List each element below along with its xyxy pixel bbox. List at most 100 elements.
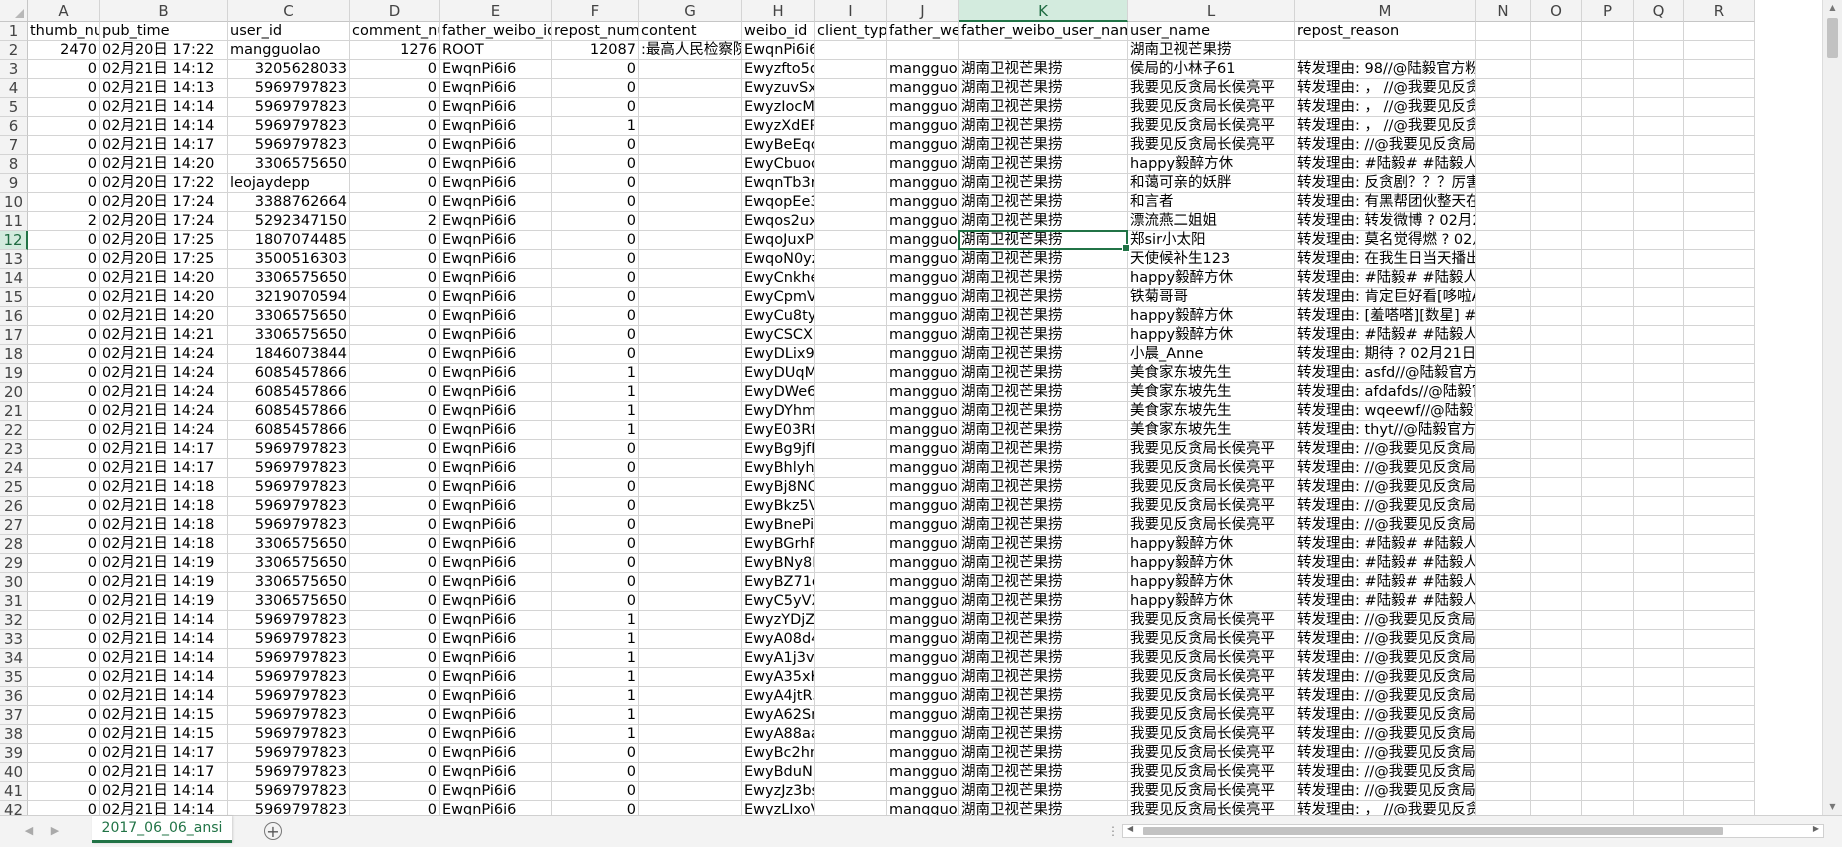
cell-m11[interactable]: 转发理由: 转发微博 ? 02月20日 17:24 ?举报?收藏?操作 <box>1295 212 1476 231</box>
cell-q42[interactable] <box>1634 801 1684 815</box>
cell-n4[interactable] <box>1476 79 1531 98</box>
cell-c3[interactable]: 3205628033 <box>228 60 350 79</box>
cell-r8[interactable] <box>1684 155 1755 174</box>
cell-k23[interactable]: 湖南卫视芒果捞 <box>959 440 1128 459</box>
cell-e29[interactable]: EwqnPi6i6 <box>440 554 552 573</box>
cell-h6[interactable]: EwyzXdEP5 <box>742 117 815 136</box>
cell-m30[interactable]: 转发理由: #陆毅# #陆毅人民的名义# [心][心][心]与你相约，不见不散[… <box>1295 573 1476 592</box>
cell-l18[interactable]: 小晨_Anne <box>1128 345 1295 364</box>
cell-p21[interactable] <box>1582 402 1634 421</box>
cell-g37[interactable] <box>639 706 742 725</box>
cell-r3[interactable] <box>1684 60 1755 79</box>
cell-b10[interactable]: 02月20日 17:24 <box>100 193 228 212</box>
cell-r32[interactable] <box>1684 611 1755 630</box>
cell-h42[interactable]: EwyzLIxoV <box>742 801 815 815</box>
cell-q6[interactable] <box>1634 117 1684 136</box>
cell-l27[interactable]: 我要见反贪局长侯亮平 <box>1128 516 1295 535</box>
cell-c29[interactable]: 3306575650 <box>228 554 350 573</box>
cell-l21[interactable]: 美食家东坡先生 <box>1128 402 1295 421</box>
cell-p11[interactable] <box>1582 212 1634 231</box>
cell-k26[interactable]: 湖南卫视芒果捞 <box>959 497 1128 516</box>
cell-f29[interactable]: 0 <box>552 554 639 573</box>
cell-i29[interactable] <box>815 554 887 573</box>
cell-h24[interactable]: EwyBhlyhJ <box>742 459 815 478</box>
cell-e12[interactable]: EwqnPi6i6 <box>440 231 552 250</box>
row-header[interactable]: 40 <box>0 763 28 782</box>
cell-c28[interactable]: 3306575650 <box>228 535 350 554</box>
cell-k30[interactable]: 湖南卫视芒果捞 <box>959 573 1128 592</box>
cell-g16[interactable] <box>639 307 742 326</box>
cell-m27[interactable]: 转发理由: //@我要见反贪局长侯亮平:， //@我要见反贪局长侯亮平:#陆毅#… <box>1295 516 1476 535</box>
row-header[interactable]: 6 <box>0 117 28 136</box>
cell-n6[interactable] <box>1476 117 1531 136</box>
cell-k5[interactable]: 湖南卫视芒果捞 <box>959 98 1128 117</box>
cell-c12[interactable]: 1807074485 <box>228 231 350 250</box>
cell-e7[interactable]: EwqnPi6i6 <box>440 136 552 155</box>
cell-m14[interactable]: 转发理由: #陆毅# #陆毅人民的名义# [心][心][心]与你相约，不见不散[… <box>1295 269 1476 288</box>
cell-n26[interactable] <box>1476 497 1531 516</box>
column-header-c[interactable]: C <box>228 0 350 22</box>
cell-b37[interactable]: 02月21日 14:15 <box>100 706 228 725</box>
cell-a2[interactable]: 2470 <box>28 41 100 60</box>
cell-i4[interactable] <box>815 79 887 98</box>
cell-f38[interactable]: 1 <box>552 725 639 744</box>
cell-g36[interactable] <box>639 687 742 706</box>
cell-p42[interactable] <box>1582 801 1634 815</box>
cell-e22[interactable]: EwqnPi6i6 <box>440 421 552 440</box>
cell-o32[interactable] <box>1531 611 1582 630</box>
cell-f30[interactable]: 0 <box>552 573 639 592</box>
cell-b38[interactable]: 02月21日 14:15 <box>100 725 228 744</box>
cell-o11[interactable] <box>1531 212 1582 231</box>
cell-a33[interactable]: 0 <box>28 630 100 649</box>
cell-q29[interactable] <box>1634 554 1684 573</box>
cell-i7[interactable] <box>815 136 887 155</box>
cell-h25[interactable]: EwyBj8NOH <box>742 478 815 497</box>
column-header-e[interactable]: E <box>440 0 552 22</box>
cell-a38[interactable]: 0 <box>28 725 100 744</box>
cell-j31[interactable]: mangguolao <box>887 592 959 611</box>
cell-p20[interactable] <box>1582 383 1634 402</box>
cell-o3[interactable] <box>1531 60 1582 79</box>
cell-d35[interactable]: 0 <box>350 668 440 687</box>
cell-b21[interactable]: 02月21日 14:24 <box>100 402 228 421</box>
cell-d40[interactable]: 0 <box>350 763 440 782</box>
cell-e31[interactable]: EwqnPi6i6 <box>440 592 552 611</box>
cell-g33[interactable] <box>639 630 742 649</box>
cell-n21[interactable] <box>1476 402 1531 421</box>
cell-b20[interactable]: 02月21日 14:24 <box>100 383 228 402</box>
cell-e18[interactable]: EwqnPi6i6 <box>440 345 552 364</box>
cell-a16[interactable]: 0 <box>28 307 100 326</box>
cell-r5[interactable] <box>1684 98 1755 117</box>
cell-o26[interactable] <box>1531 497 1582 516</box>
cell-g38[interactable] <box>639 725 742 744</box>
cell-p40[interactable] <box>1582 763 1634 782</box>
cell-c23[interactable]: 5969797823 <box>228 440 350 459</box>
cell-o36[interactable] <box>1531 687 1582 706</box>
cell-q21[interactable] <box>1634 402 1684 421</box>
cell-q26[interactable] <box>1634 497 1684 516</box>
cell-a15[interactable]: 0 <box>28 288 100 307</box>
cell-o28[interactable] <box>1531 535 1582 554</box>
horizontal-scrollbar[interactable]: ◀ ▶ <box>1122 824 1824 838</box>
cell-k39[interactable]: 湖南卫视芒果捞 <box>959 744 1128 763</box>
cell-g5[interactable] <box>639 98 742 117</box>
cell-j38[interactable]: mangguolao <box>887 725 959 744</box>
cell-g41[interactable] <box>639 782 742 801</box>
cell-h35[interactable]: EwyA35xKY <box>742 668 815 687</box>
cell-n37[interactable] <box>1476 706 1531 725</box>
cell-i38[interactable] <box>815 725 887 744</box>
cell-a28[interactable]: 0 <box>28 535 100 554</box>
cell-g35[interactable] <box>639 668 742 687</box>
cell-f13[interactable]: 0 <box>552 250 639 269</box>
cell-p5[interactable] <box>1582 98 1634 117</box>
cell-k16[interactable]: 湖南卫视芒果捞 <box>959 307 1128 326</box>
cell-e3[interactable]: EwqnPi6i6 <box>440 60 552 79</box>
scroll-down-arrow-icon[interactable]: ▼ <box>1823 799 1842 815</box>
cell-o38[interactable] <box>1531 725 1582 744</box>
cell-n13[interactable] <box>1476 250 1531 269</box>
cell-f5[interactable]: 0 <box>552 98 639 117</box>
cell-c27[interactable]: 5969797823 <box>228 516 350 535</box>
row-header[interactable]: 25 <box>0 478 28 497</box>
cell-o9[interactable] <box>1531 174 1582 193</box>
column-header-q[interactable]: Q <box>1634 0 1684 22</box>
